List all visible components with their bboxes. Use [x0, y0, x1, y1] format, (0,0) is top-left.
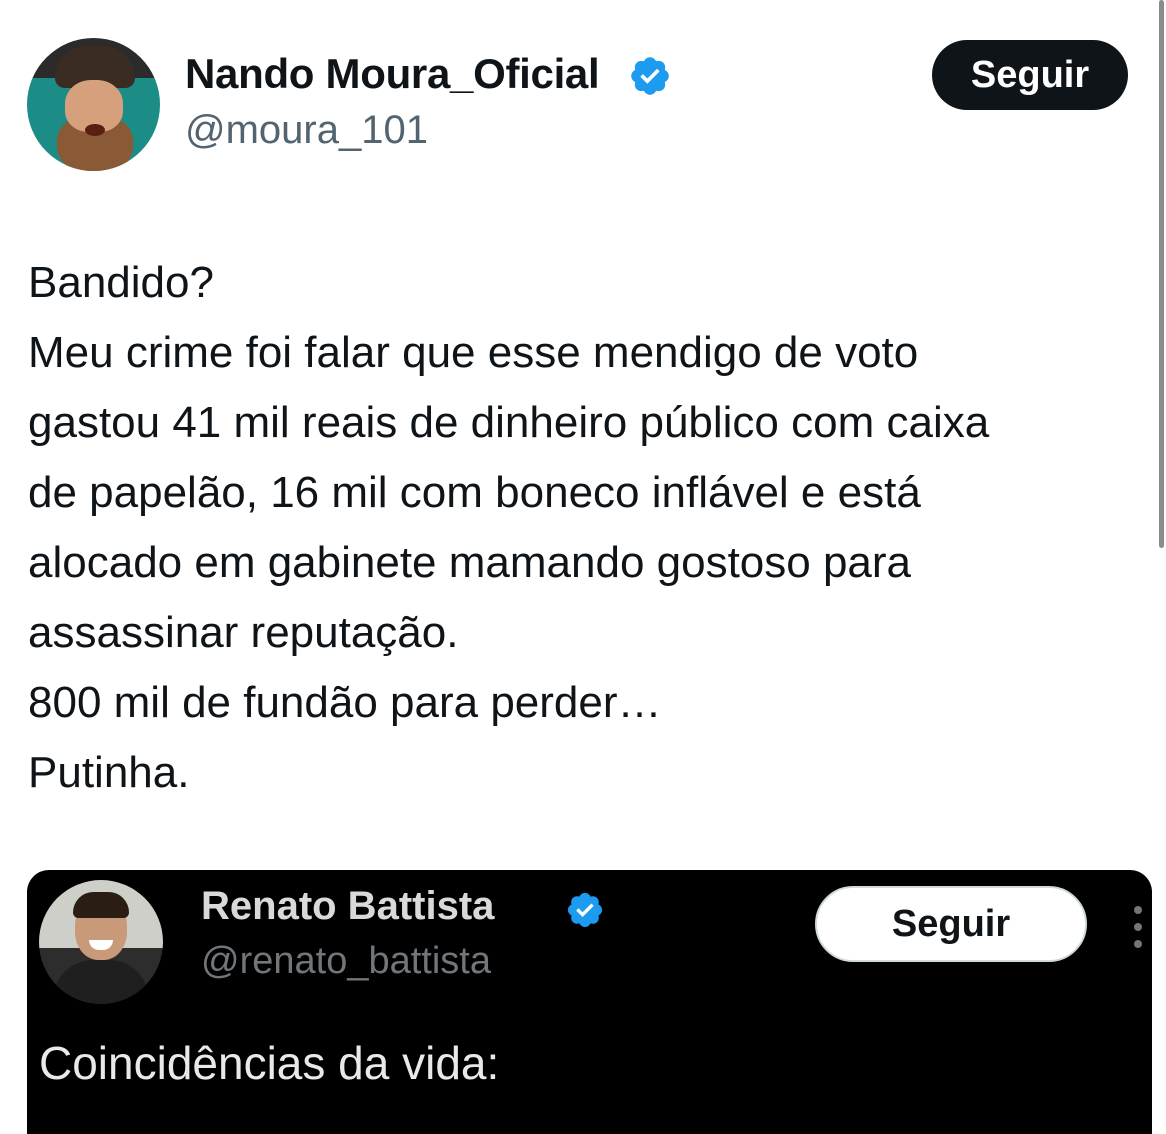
author-avatar[interactable]: [27, 38, 160, 171]
tweet-line: Putinha.: [28, 748, 190, 797]
quoted-handle[interactable]: @renato_battista: [201, 940, 491, 983]
quoted-follow-button[interactable]: Seguir: [815, 886, 1087, 962]
tweet-line: gastou 41 mil reais de dinheiro público …: [28, 398, 990, 447]
quoted-tweet-text: Coincidências da vida:: [39, 1037, 500, 1089]
quoted-tweet-card[interactable]: Renato Battista @renato_battista Seguir …: [27, 870, 1152, 1134]
tweet-line: 800 mil de fundão para perder…: [28, 678, 662, 727]
quoted-display-name[interactable]: Renato Battista: [201, 884, 494, 929]
author-display-name[interactable]: Nando Moura_Oficial: [185, 50, 600, 98]
tweet-line: Meu crime foi falar que esse mendigo de …: [28, 328, 919, 377]
tweet-line: de papelão, 16 mil com boneco inflável e…: [28, 468, 921, 517]
tweet-line: Bandido?: [28, 258, 214, 307]
tweet-line: alocado em gabinete mamando gostoso para: [28, 538, 912, 587]
quoted-author-avatar[interactable]: [39, 880, 163, 1004]
quoted-avatar-hair: [73, 892, 129, 918]
tweet-text: Bandido? Meu crime foi falar que esse me…: [28, 248, 1148, 808]
author-handle[interactable]: @moura_101: [185, 108, 428, 153]
quoted-verified-badge-icon: [567, 892, 603, 928]
tweet-page: Nando Moura_Oficial @moura_101 Seguir Ba…: [0, 0, 1166, 1134]
verified-badge-icon: [631, 57, 669, 95]
follow-button[interactable]: Seguir: [932, 40, 1128, 110]
avatar-mouth: [85, 124, 105, 136]
scrollbar-thumb[interactable]: [1159, 0, 1164, 548]
more-options-icon[interactable]: [1131, 904, 1145, 950]
quoted-avatar-body: [53, 960, 149, 1004]
tweet-line: assassinar reputação.: [28, 608, 459, 657]
